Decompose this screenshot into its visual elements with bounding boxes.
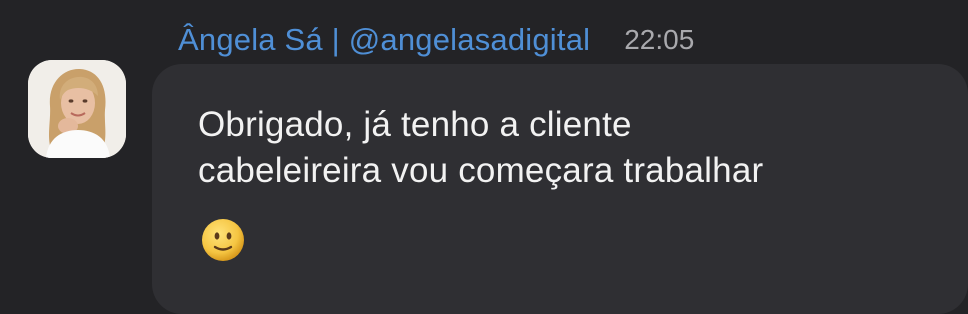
message-timestamp: 22:05 bbox=[624, 24, 695, 55]
avatar-photo bbox=[28, 60, 126, 158]
message-header: Ângela Sá | @angelasadigital 22:05 bbox=[178, 18, 694, 62]
message-row: Ângela Sá | @angelasadigital 22:05 Obrig… bbox=[0, 0, 968, 314]
message-text-line-1: Obrigado, já tenho a cliente bbox=[198, 105, 632, 144]
message-text: Obrigado, já tenho a cliente cabeleireir… bbox=[198, 102, 938, 194]
avatar[interactable] bbox=[28, 60, 126, 158]
sender-name[interactable]: Ângela Sá | @angelasadigital bbox=[178, 22, 590, 58]
slightly-smiling-face-icon bbox=[198, 215, 248, 265]
message-text-line-2: cabeleireira vou começara trabalhar bbox=[198, 151, 764, 190]
